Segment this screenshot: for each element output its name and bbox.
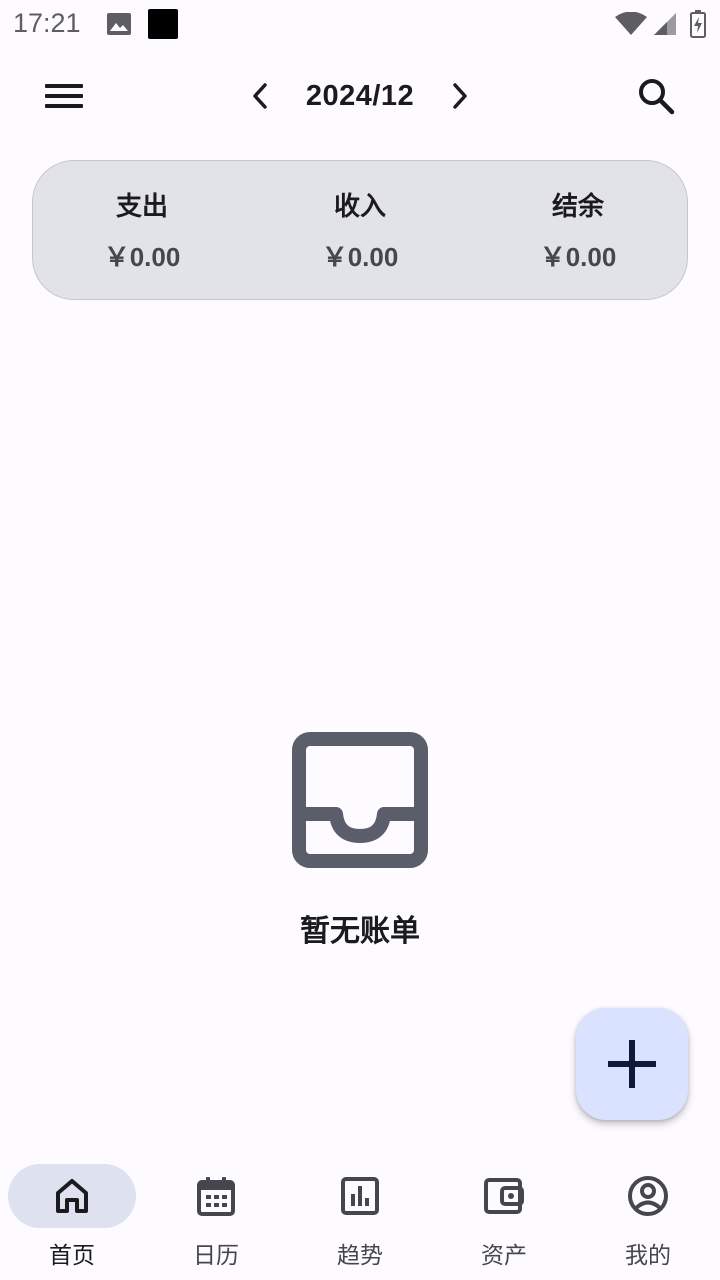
bar-chart-icon xyxy=(341,1177,379,1215)
menu-button[interactable] xyxy=(40,72,88,120)
nav-item-home[interactable]: 首页 xyxy=(0,1152,144,1280)
account-circle-icon xyxy=(628,1176,668,1216)
balance-value: ￥0.00 xyxy=(539,242,617,272)
nav-label: 日历 xyxy=(193,1243,239,1269)
home-screen: 17:21 2024/12 支出 ￥0.00 收入 ￥0.00 结余 ￥0.00… xyxy=(0,0,720,1280)
black-square-icon xyxy=(148,9,178,39)
empty-message: 暂无账单 xyxy=(300,914,420,949)
status-bar: 17:21 xyxy=(0,0,720,50)
wallet-icon xyxy=(484,1178,524,1214)
inbox-icon xyxy=(292,732,428,868)
income-value: ￥0.00 xyxy=(321,242,399,272)
bottom-navigation: 首页 日历 趋势 资产 我的 xyxy=(0,1152,720,1280)
nav-label: 我的 xyxy=(625,1243,671,1269)
nav-icon-container xyxy=(152,1164,280,1228)
next-month-button[interactable] xyxy=(440,72,480,120)
cell-signal-icon xyxy=(654,13,676,35)
income-label: 收入 xyxy=(333,192,386,222)
prev-month-button[interactable] xyxy=(240,72,280,120)
nav-item-calendar[interactable]: 日历 xyxy=(144,1152,288,1280)
nav-icon-container xyxy=(584,1164,712,1228)
search-button[interactable] xyxy=(632,72,680,120)
chevron-right-icon xyxy=(453,83,467,109)
wifi-icon xyxy=(615,12,647,35)
expense-label: 支出 xyxy=(115,192,168,222)
empty-state: 暂无账单 xyxy=(0,728,720,950)
month-navigator: 2024/12 xyxy=(240,72,480,120)
calendar-icon xyxy=(197,1177,235,1216)
image-icon xyxy=(107,13,131,35)
nav-icon-container xyxy=(8,1164,136,1228)
monthly-summary-card: 支出 ￥0.00 收入 ￥0.00 结余 ￥0.00 xyxy=(32,160,688,300)
expense-summary: 支出 ￥0.00 xyxy=(33,186,251,274)
nav-label: 趋势 xyxy=(337,1243,383,1269)
balance-label: 结余 xyxy=(551,192,604,222)
nav-icon-container xyxy=(440,1164,568,1228)
home-icon xyxy=(56,1179,88,1213)
nav-item-profile[interactable]: 我的 xyxy=(576,1152,720,1280)
nav-item-assets[interactable]: 资产 xyxy=(432,1152,576,1280)
nav-icon-container xyxy=(296,1164,424,1228)
status-time: 17:21 xyxy=(13,8,81,38)
menu-icon xyxy=(45,84,83,108)
chevron-left-icon xyxy=(253,83,267,109)
add-bill-button[interactable] xyxy=(576,1008,688,1120)
nav-item-trends[interactable]: 趋势 xyxy=(288,1152,432,1280)
nav-label: 首页 xyxy=(49,1243,95,1269)
nav-label: 资产 xyxy=(481,1243,527,1269)
expense-value: ￥0.00 xyxy=(103,242,181,272)
battery-charging-icon xyxy=(690,10,706,38)
current-month-label[interactable]: 2024/12 xyxy=(306,80,414,113)
income-summary: 收入 ￥0.00 xyxy=(251,186,469,274)
balance-summary: 结余 ￥0.00 xyxy=(469,186,687,274)
search-icon xyxy=(639,79,675,115)
plus-icon xyxy=(608,1040,656,1088)
top-app-bar: 2024/12 xyxy=(0,60,720,132)
